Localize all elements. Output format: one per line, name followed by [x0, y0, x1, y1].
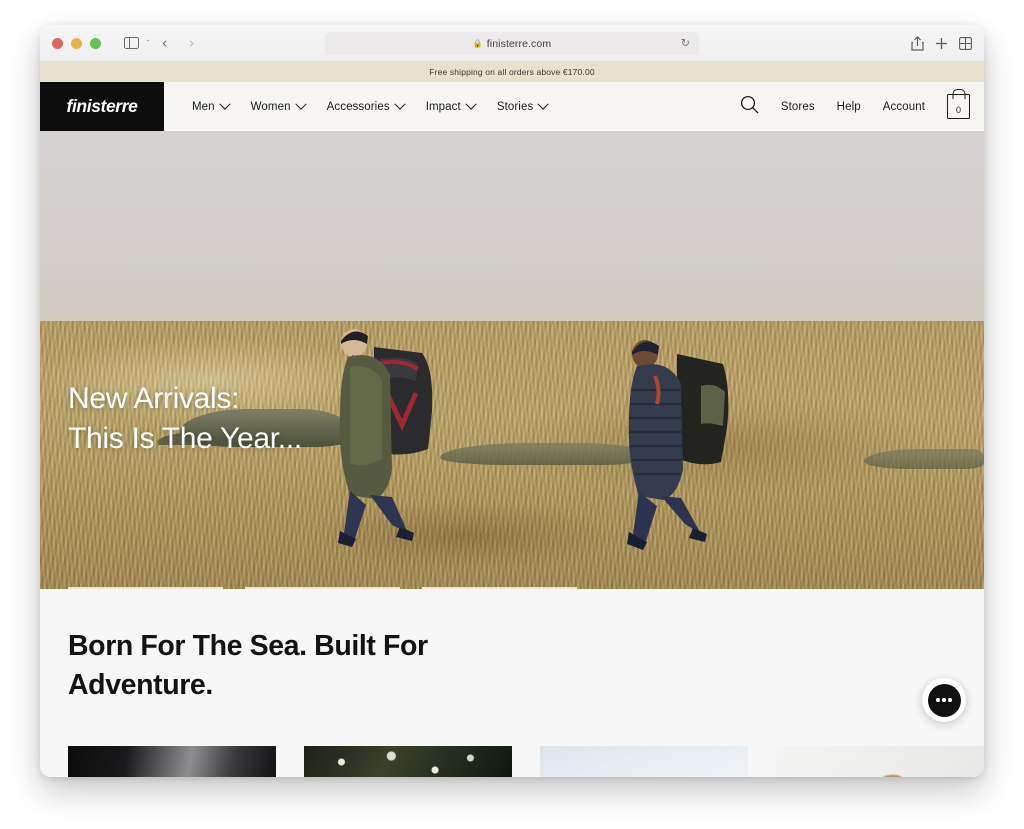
chat-bubble-icon	[927, 683, 961, 717]
chat-widget-button[interactable]	[922, 678, 966, 722]
nav-item-impact[interactable]: Impact	[425, 98, 477, 113]
site-header: finisterre Men Women Accessories Impact	[40, 82, 984, 131]
nav-item-men[interactable]: Men	[192, 98, 231, 113]
toolbar-nav-group: ˇ ‹ ›	[119, 32, 204, 54]
editorial-card[interactable]	[304, 746, 512, 777]
chat-dot	[942, 698, 946, 702]
chat-dot	[936, 698, 940, 702]
back-button[interactable]: ‹	[153, 32, 177, 54]
chat-dot	[948, 698, 952, 702]
page-content: Free shipping on all orders above €170.0…	[40, 62, 984, 777]
utility-link-help[interactable]: Help	[837, 101, 861, 113]
chevron-down-icon	[537, 98, 549, 110]
logo-text: finisterre	[66, 96, 138, 116]
hero-hiker-left	[330, 319, 490, 554]
close-window-button[interactable]	[52, 37, 63, 49]
chevron-down-icon	[465, 98, 477, 110]
browser-window: ˇ ‹ › 🔒 finisterre.com ↻ Free shipping o…	[40, 25, 984, 777]
window-controls	[52, 37, 101, 49]
announcement-bar: Free shipping on all orders above €170.0…	[40, 62, 984, 82]
bag-count: 0	[955, 105, 961, 115]
nav-item-label: Accessories	[326, 100, 390, 113]
nav-item-women[interactable]: Women	[250, 98, 307, 113]
chevron-down-icon	[219, 98, 231, 110]
card-image	[68, 746, 276, 777]
editorial-card-grid	[68, 746, 984, 777]
nav-item-label: Stories	[496, 100, 534, 113]
utility-navigation: Stores Help Account 0	[740, 82, 970, 131]
nav-item-label: Impact	[425, 100, 461, 113]
utility-link-stores[interactable]: Stores	[781, 101, 815, 113]
chevron-down-icon	[294, 98, 307, 110]
hero-hiker-right	[615, 324, 750, 559]
toolbar-right-group	[911, 25, 972, 62]
editorial-card[interactable]	[776, 746, 984, 777]
nav-item-accessories[interactable]: Accessories	[326, 98, 406, 113]
hero-sky	[40, 131, 984, 336]
share-icon[interactable]	[911, 36, 924, 51]
tab-overview-icon[interactable]	[959, 37, 972, 50]
nav-item-label: Women	[250, 100, 291, 113]
editorial-heading: Born For The Sea. Built For Adventure.	[68, 630, 428, 702]
shopping-bag-icon[interactable]: 0	[947, 94, 970, 119]
maximize-window-button[interactable]	[90, 37, 101, 49]
hero-rock-outcrop-right	[864, 449, 984, 469]
primary-navigation: Men Women Accessories Impact Stories	[164, 82, 549, 131]
announcement-text: Free shipping on all orders above €170.0…	[429, 67, 595, 77]
nav-item-label: Men	[192, 100, 215, 113]
chevron-down-icon	[394, 98, 406, 110]
address-bar[interactable]: 🔒 finisterre.com ↻	[325, 32, 699, 55]
site-logo[interactable]: finisterre	[40, 82, 164, 131]
new-tab-icon[interactable]	[935, 37, 948, 50]
url-text: finisterre.com	[486, 37, 552, 50]
card-image	[540, 746, 748, 777]
chevron-down-icon[interactable]: ˇ	[147, 39, 150, 48]
hero-banner: New Arrivals: This Is The Year... Shop M…	[40, 131, 984, 589]
nav-item-stories[interactable]: Stories	[496, 98, 549, 113]
reload-icon[interactable]: ↻	[681, 38, 690, 49]
editorial-card[interactable]	[68, 746, 276, 777]
card-image	[304, 746, 512, 777]
forward-button[interactable]: ›	[180, 32, 204, 54]
sidebar-toggle-button[interactable]	[119, 32, 143, 54]
chevron-left-icon: ‹	[161, 33, 168, 52]
sidebar-icon	[123, 37, 139, 49]
chevron-right-icon: ›	[188, 33, 195, 52]
utility-link-account[interactable]: Account	[883, 101, 925, 113]
editorial-section: Born For The Sea. Built For Adventure.	[40, 589, 984, 777]
search-icon[interactable]	[740, 95, 759, 119]
lock-icon: 🔒	[472, 38, 483, 48]
browser-toolbar: ˇ ‹ › 🔒 finisterre.com ↻	[40, 25, 984, 62]
editorial-card[interactable]	[540, 746, 748, 777]
hero-heading: New Arrivals: This Is The Year...	[68, 382, 302, 455]
card-image	[776, 746, 984, 777]
minimize-window-button[interactable]	[71, 37, 82, 49]
